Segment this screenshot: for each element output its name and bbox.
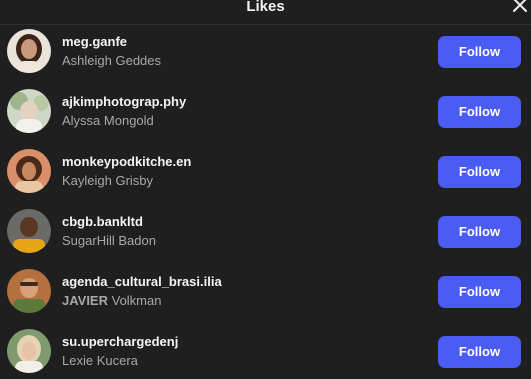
- username[interactable]: agenda_cultural_brasi.ilia: [62, 274, 222, 290]
- avatar[interactable]: [7, 149, 51, 193]
- follow-button[interactable]: Follow: [438, 216, 521, 248]
- list-item: cbgb.bankltd SugarHill Badon Follow: [0, 202, 531, 262]
- username[interactable]: meg.ganfe: [62, 34, 161, 50]
- close-icon[interactable]: [509, 0, 531, 16]
- full-name: Alyssa Mongold: [62, 113, 154, 128]
- avatar[interactable]: [7, 89, 51, 133]
- follow-button[interactable]: Follow: [438, 96, 521, 128]
- full-name: Lexie Kucera: [62, 353, 138, 368]
- list-item: agenda_cultural_brasi.ilia JAVIER Volkma…: [0, 262, 531, 322]
- username[interactable]: su.uperchargedenj: [62, 334, 178, 350]
- list-item: ajkimphotograp.phy Alyssa Mongold Follow: [0, 82, 531, 142]
- username[interactable]: cbgb.bankltd: [62, 214, 156, 230]
- user-names: monkeypodkitche.en Kayleigh Grisby: [62, 154, 191, 190]
- user-names: agenda_cultural_brasi.ilia JAVIER Volkma…: [62, 274, 222, 310]
- list-item: meg.ganfe Ashleigh Geddes Follow: [0, 22, 531, 82]
- full-name-rest: Volkman: [108, 293, 162, 308]
- follow-button[interactable]: Follow: [438, 36, 521, 68]
- likes-dialog: Likes meg.ganfe Ashleigh Geddes Follow a…: [0, 0, 531, 379]
- full-name: SugarHill Badon: [62, 233, 156, 248]
- list-item: su.uperchargedenj Lexie Kucera Follow: [0, 322, 531, 379]
- avatar[interactable]: [7, 329, 51, 373]
- avatar[interactable]: [7, 209, 51, 253]
- dialog-title: Likes: [246, 0, 285, 15]
- user-names: meg.ganfe Ashleigh Geddes: [62, 34, 161, 70]
- follow-button[interactable]: Follow: [438, 276, 521, 308]
- full-name: JAVIER Volkman: [62, 292, 222, 310]
- user-names: cbgb.bankltd SugarHill Badon: [62, 214, 156, 250]
- username[interactable]: monkeypodkitche.en: [62, 154, 191, 170]
- user-names: ajkimphotograp.phy Alyssa Mongold: [62, 94, 186, 130]
- list-item: monkeypodkitche.en Kayleigh Grisby Follo…: [0, 142, 531, 202]
- full-name: Kayleigh Grisby: [62, 173, 154, 188]
- likes-list: meg.ganfe Ashleigh Geddes Follow ajkimph…: [0, 22, 531, 379]
- avatar[interactable]: [7, 29, 51, 73]
- username[interactable]: ajkimphotograp.phy: [62, 94, 186, 110]
- user-names: su.uperchargedenj Lexie Kucera: [62, 334, 178, 370]
- full-name: Ashleigh Geddes: [62, 53, 162, 68]
- follow-button[interactable]: Follow: [438, 336, 521, 368]
- full-name-first: JAVIER: [62, 293, 108, 308]
- avatar[interactable]: [7, 269, 51, 313]
- follow-button[interactable]: Follow: [438, 156, 521, 188]
